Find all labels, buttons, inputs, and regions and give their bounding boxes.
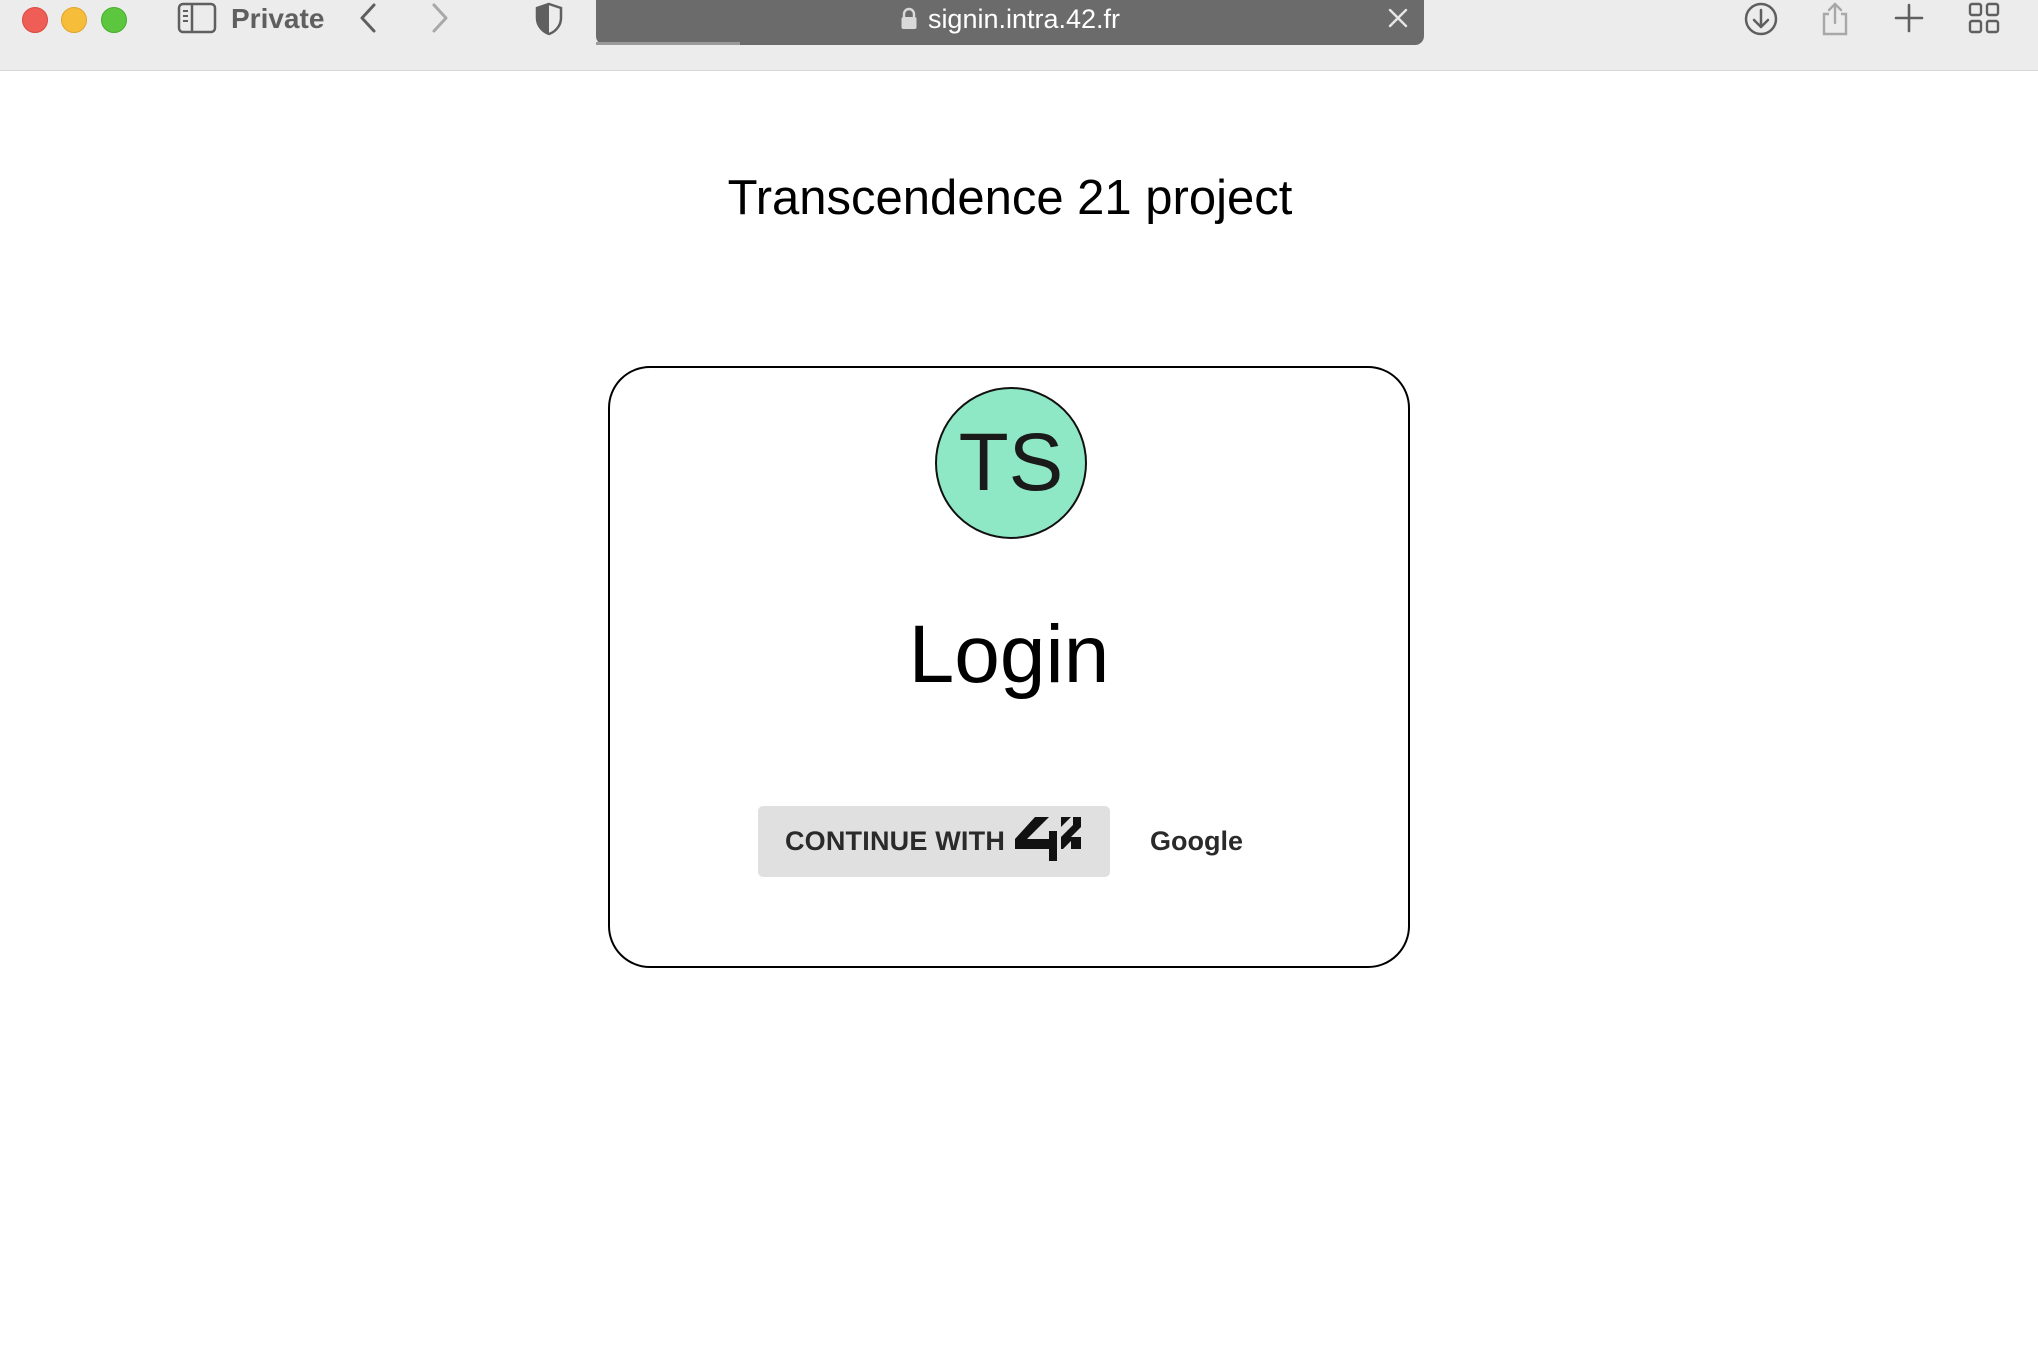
download-icon[interactable]: [1742, 0, 1780, 38]
minimize-window-button[interactable]: [61, 7, 87, 33]
private-mode-label: Private: [231, 3, 325, 34]
42-logo-icon: [1013, 813, 1083, 870]
login-heading: Login: [908, 609, 1110, 700]
sidebar-icon[interactable]: [176, 0, 218, 36]
continue-with-42-button[interactable]: CONTINUE WITH: [758, 806, 1110, 877]
browser-toolbar: Private signin.intra.42.fr: [0, 0, 2038, 71]
share-icon[interactable]: [1818, 0, 1852, 38]
url-text: signin.intra.42.fr: [927, 3, 1121, 34]
address-bar[interactable]: signin.intra.42.fr: [596, 0, 1424, 45]
page-load-progress: [596, 42, 740, 45]
close-icon[interactable]: [1386, 6, 1410, 35]
continue-with-google-button[interactable]: Google: [1134, 806, 1259, 877]
avatar: TS: [935, 387, 1087, 539]
url-display[interactable]: signin.intra.42.fr: [596, 0, 1424, 38]
lock-icon: [900, 7, 918, 31]
shield-icon[interactable]: [532, 0, 566, 38]
grid-icon[interactable]: [1966, 0, 2002, 36]
login-card: TS Login CONTINUE WITH Google: [608, 366, 1410, 968]
plus-icon[interactable]: [1892, 0, 1926, 36]
chevron-right-icon[interactable]: [426, 0, 454, 36]
zoom-window-button[interactable]: [101, 7, 127, 33]
continue-with-42-label: CONTINUE WITH: [784, 826, 1006, 856]
chevron-left-icon[interactable]: [354, 0, 382, 36]
close-window-button[interactable]: [22, 7, 48, 33]
page-title: Transcendence 21 project: [727, 171, 1293, 225]
